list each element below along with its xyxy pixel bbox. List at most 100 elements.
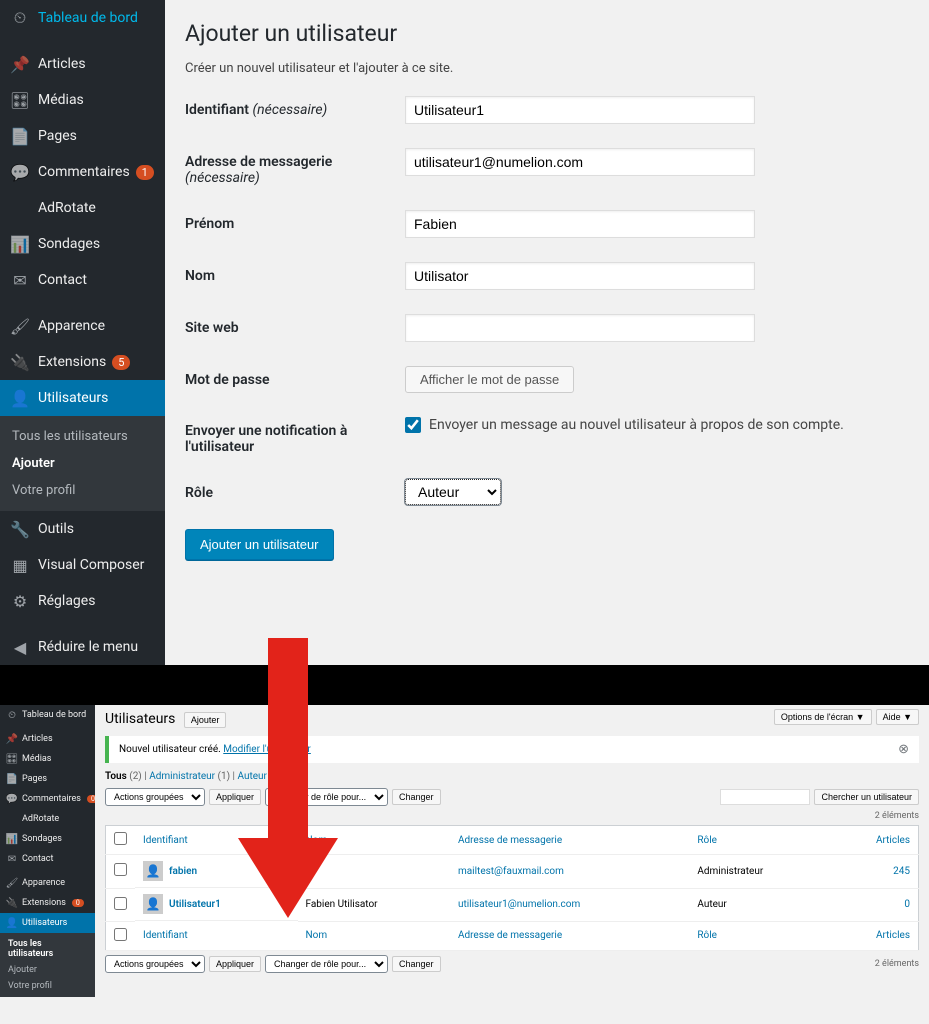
col-role-foot[interactable]: Rôle: [689, 921, 831, 950]
sidebar-item-media[interactable]: 🎛Médias: [0, 82, 165, 118]
change-button[interactable]: Changer: [392, 789, 441, 805]
table-row: 👤Utilisateur1 Fabien Utilisator utilisat…: [106, 888, 919, 921]
nom-input[interactable]: [405, 262, 755, 290]
search-users-button[interactable]: Chercher un utilisateur: [814, 789, 919, 805]
add-user-link[interactable]: Ajouter: [184, 712, 227, 728]
username-link[interactable]: Utilisateur1: [169, 899, 221, 910]
sidebar-label: Contact: [38, 272, 87, 288]
sidebar2-articles[interactable]: 📌Articles: [0, 729, 95, 749]
prenom-label: Prénom: [185, 210, 405, 232]
role-change-select[interactable]: Changer de rôle pour...: [265, 788, 388, 806]
siteweb-input[interactable]: [405, 314, 755, 342]
select-all-checkbox-foot[interactable]: [114, 928, 127, 941]
row-checkbox[interactable]: [114, 863, 127, 876]
submenu2-add[interactable]: Ajouter: [0, 962, 95, 978]
col-name-foot[interactable]: Nom: [298, 921, 450, 950]
sidebar-item-adrotate[interactable]: AdRotate: [0, 190, 165, 226]
sidebar2-pages[interactable]: 📄Pages: [0, 769, 95, 789]
col-name[interactable]: Nom: [298, 826, 450, 855]
success-notice: Nouvel utilisateur créé. Modifier l'util…: [105, 736, 919, 763]
sidebar-item-dashboard[interactable]: ⏲Tableau de bord: [0, 0, 165, 36]
email-link[interactable]: utilisateur1@numelion.com: [458, 899, 580, 910]
dismiss-notice-icon[interactable]: ⊗: [898, 742, 909, 757]
sidebar2-adrotate[interactable]: AdRotate: [0, 809, 95, 829]
col-email-foot[interactable]: Adresse de messagerie: [450, 921, 689, 950]
vc-icon: ▦: [10, 555, 30, 575]
submenu-all-users[interactable]: Tous les utilisateurs: [0, 423, 165, 450]
sidebar2-sondages[interactable]: 📊Sondages: [0, 829, 95, 849]
user-icon: 👤: [10, 388, 30, 408]
sidebar-item-sondages[interactable]: 📊Sondages: [0, 226, 165, 262]
notif-checkbox[interactable]: [405, 417, 421, 433]
sidebar2-media[interactable]: 🎛Médias: [0, 749, 95, 769]
sidebar2-extensions[interactable]: 🔌Extensions0: [0, 893, 95, 913]
sidebar-label: Commentaires: [38, 164, 130, 180]
role-select[interactable]: Auteur: [405, 479, 501, 505]
gauge-icon: ⏲: [6, 709, 18, 721]
email-input[interactable]: [405, 148, 755, 176]
sidebar-item-comments[interactable]: 💬Commentaires1: [0, 154, 165, 190]
sidebar2-users[interactable]: 👤Utilisateurs: [0, 913, 95, 933]
plugin-icon: 🔌: [10, 352, 30, 372]
apply-button-bottom[interactable]: Appliquer: [209, 956, 261, 972]
sidebar-item-users[interactable]: 👤 Utilisateurs: [0, 380, 165, 416]
collapse-icon: ◀: [10, 637, 30, 657]
show-password-button[interactable]: Afficher le mot de passe: [405, 366, 574, 393]
sidebar-item-articles[interactable]: 📌Articles: [0, 46, 165, 82]
select-all-checkbox[interactable]: [114, 832, 127, 845]
sidebar-item-settings[interactable]: ⚙Réglages: [0, 583, 165, 619]
role-label: Rôle: [185, 479, 405, 501]
sidebar2-contact[interactable]: ✉Contact: [0, 849, 95, 869]
sidebar-item-pages[interactable]: 📄Pages: [0, 118, 165, 154]
sidebar2-dashboard[interactable]: ⏲Tableau de bord: [0, 705, 95, 725]
screen-options-button[interactable]: Options de l'écran ▼: [774, 709, 872, 725]
col-id[interactable]: Identifiant: [135, 826, 298, 855]
submenu-add-user[interactable]: Ajouter: [0, 450, 165, 477]
identifiant-label: Identifiant (nécessaire): [185, 96, 405, 118]
role-change-select-bottom[interactable]: Changer de rôle pour...: [265, 955, 388, 973]
mdp-label: Mot de passe: [185, 366, 405, 388]
email-link[interactable]: mailtest@fauxmail.com: [458, 866, 564, 877]
sidebar-label: Apparence: [38, 318, 105, 334]
edit-user-link[interactable]: Modifier l'utilisateur: [223, 744, 311, 755]
sidebar2-comments[interactable]: 💬Commentaires0: [0, 789, 95, 809]
sidebar-label: Visual Composer: [38, 557, 144, 573]
filter-all[interactable]: Tous: [105, 771, 127, 782]
posts-link[interactable]: 0: [904, 899, 910, 910]
bulk-action-select[interactable]: Actions groupées: [105, 788, 205, 806]
main-content: Ajouter un utilisateur Créer un nouvel u…: [165, 0, 929, 665]
submenu2-profile[interactable]: Votre profil: [0, 978, 95, 994]
help-button[interactable]: Aide ▼: [876, 709, 919, 725]
sidebar-label: Sondages: [38, 236, 100, 252]
row-checkbox[interactable]: [114, 897, 127, 910]
sidebar-item-appearance[interactable]: 🖌Apparence: [0, 308, 165, 344]
submenu-profile[interactable]: Votre profil: [0, 477, 165, 504]
bulk-action-select-bottom[interactable]: Actions groupées: [105, 955, 205, 973]
col-id-foot[interactable]: Identifiant: [135, 921, 298, 950]
sidebar-item-tools[interactable]: 🔧Outils: [0, 511, 165, 547]
sidebar-item-extensions[interactable]: 🔌Extensions5: [0, 344, 165, 380]
col-email[interactable]: Adresse de messagerie: [450, 826, 689, 855]
sidebar-label: Utilisateurs: [38, 390, 108, 406]
submenu2-all[interactable]: Tous les utilisateurs: [0, 936, 95, 962]
change-button-bottom[interactable]: Changer: [392, 956, 441, 972]
username-link[interactable]: fabien: [169, 866, 197, 877]
identifiant-input[interactable]: [405, 96, 755, 124]
col-role[interactable]: Rôle: [689, 826, 831, 855]
col-posts-foot[interactable]: Articles: [831, 921, 918, 950]
admin-sidebar: ⏲Tableau de bord 📌Articles 🎛Médias 📄Page…: [0, 0, 165, 665]
sidebar-item-collapse[interactable]: ◀Réduire le menu: [0, 629, 165, 665]
filter-author[interactable]: Auteur: [237, 771, 266, 782]
col-posts[interactable]: Articles: [831, 826, 918, 855]
sidebar-item-vc[interactable]: ▦ Visual Composer: [0, 547, 165, 583]
search-users-input[interactable]: [720, 789, 810, 805]
apply-button[interactable]: Appliquer: [209, 789, 261, 805]
sidebar-label: AdRotate: [38, 200, 96, 216]
filter-admin[interactable]: Administrateur: [149, 771, 215, 782]
prenom-input[interactable]: [405, 210, 755, 238]
submit-button[interactable]: Ajouter un utilisateur: [185, 529, 334, 560]
sidebar2-appearance[interactable]: 🖌Apparence: [0, 873, 95, 893]
posts-link[interactable]: 245: [893, 866, 910, 877]
sidebar-item-contact[interactable]: ✉Contact: [0, 262, 165, 298]
nom-label: Nom: [185, 262, 405, 284]
